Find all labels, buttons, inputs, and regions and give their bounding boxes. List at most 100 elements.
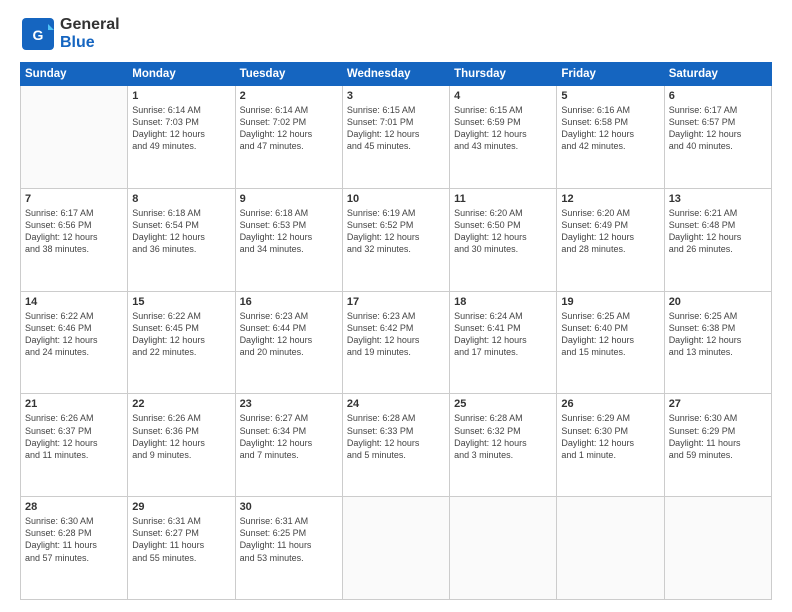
day-info: Sunrise: 6:24 AM Sunset: 6:41 PM Dayligh… [454, 310, 552, 359]
day-number: 12 [561, 193, 659, 205]
day-number: 3 [347, 90, 445, 102]
day-number: 4 [454, 90, 552, 102]
day-info: Sunrise: 6:31 AM Sunset: 6:25 PM Dayligh… [240, 515, 338, 564]
day-info: Sunrise: 6:26 AM Sunset: 6:37 PM Dayligh… [25, 412, 123, 461]
calendar-cell: 3 Sunrise: 6:15 AM Sunset: 7:01 PM Daylig… [342, 86, 449, 189]
day-info: Sunrise: 6:28 AM Sunset: 6:33 PM Dayligh… [347, 412, 445, 461]
day-info: Sunrise: 6:30 AM Sunset: 6:28 PM Dayligh… [25, 515, 123, 564]
day-info: Sunrise: 6:14 AM Sunset: 7:02 PM Dayligh… [240, 104, 338, 153]
day-info: Sunrise: 6:17 AM Sunset: 6:56 PM Dayligh… [25, 207, 123, 256]
calendar-cell: 26 Sunrise: 6:29 AM Sunset: 6:30 PM Dayli… [557, 394, 664, 497]
day-number: 6 [669, 90, 767, 102]
calendar-cell: 11 Sunrise: 6:20 AM Sunset: 6:50 PM Dayli… [450, 188, 557, 291]
day-number: 29 [132, 501, 230, 513]
calendar-cell: 22 Sunrise: 6:26 AM Sunset: 6:36 PM Dayli… [128, 394, 235, 497]
calendar-cell: 18 Sunrise: 6:24 AM Sunset: 6:41 PM Dayli… [450, 291, 557, 394]
day-info: Sunrise: 6:16 AM Sunset: 6:58 PM Dayligh… [561, 104, 659, 153]
day-number: 23 [240, 398, 338, 410]
calendar-cell: 25 Sunrise: 6:28 AM Sunset: 6:32 PM Dayli… [450, 394, 557, 497]
day-number: 13 [669, 193, 767, 205]
calendar-week-row: 1 Sunrise: 6:14 AM Sunset: 7:03 PM Daylig… [21, 86, 772, 189]
day-number: 10 [347, 193, 445, 205]
weekday-header: Sunday [21, 63, 128, 86]
day-number: 11 [454, 193, 552, 205]
day-number: 17 [347, 296, 445, 308]
calendar-cell: 30 Sunrise: 6:31 AM Sunset: 6:25 PM Dayli… [235, 497, 342, 600]
day-number: 5 [561, 90, 659, 102]
calendar-cell [21, 86, 128, 189]
day-info: Sunrise: 6:30 AM Sunset: 6:29 PM Dayligh… [669, 412, 767, 461]
calendar-cell: 28 Sunrise: 6:30 AM Sunset: 6:28 PM Dayli… [21, 497, 128, 600]
day-info: Sunrise: 6:23 AM Sunset: 6:42 PM Dayligh… [347, 310, 445, 359]
svg-text:G: G [33, 27, 44, 43]
weekday-header: Thursday [450, 63, 557, 86]
header: G General Blue [20, 16, 772, 52]
logo-icon: G [20, 16, 56, 52]
calendar-cell: 19 Sunrise: 6:25 AM Sunset: 6:40 PM Dayli… [557, 291, 664, 394]
calendar-cell: 21 Sunrise: 6:26 AM Sunset: 6:37 PM Dayli… [21, 394, 128, 497]
day-number: 22 [132, 398, 230, 410]
day-number: 9 [240, 193, 338, 205]
day-info: Sunrise: 6:15 AM Sunset: 6:59 PM Dayligh… [454, 104, 552, 153]
day-info: Sunrise: 6:18 AM Sunset: 6:54 PM Dayligh… [132, 207, 230, 256]
day-info: Sunrise: 6:29 AM Sunset: 6:30 PM Dayligh… [561, 412, 659, 461]
weekday-header: Saturday [664, 63, 771, 86]
calendar-week-row: 28 Sunrise: 6:30 AM Sunset: 6:28 PM Dayli… [21, 497, 772, 600]
day-number: 19 [561, 296, 659, 308]
calendar-cell: 16Sunrise: 6:23 AM Sunset: 6:44 PM Dayli… [235, 291, 342, 394]
calendar-cell: 10Sunrise: 6:19 AM Sunset: 6:52 PM Dayli… [342, 188, 449, 291]
calendar-cell [342, 497, 449, 600]
day-number: 1 [132, 90, 230, 102]
calendar-cell: 15 Sunrise: 6:22 AM Sunset: 6:45 PM Dayli… [128, 291, 235, 394]
calendar-cell: 5 Sunrise: 6:16 AM Sunset: 6:58 PM Daylig… [557, 86, 664, 189]
day-info: Sunrise: 6:14 AM Sunset: 7:03 PM Dayligh… [132, 104, 230, 153]
weekday-header: Wednesday [342, 63, 449, 86]
day-info: Sunrise: 6:25 AM Sunset: 6:38 PM Dayligh… [669, 310, 767, 359]
day-number: 28 [25, 501, 123, 513]
calendar-cell: 24 Sunrise: 6:28 AM Sunset: 6:33 PM Dayli… [342, 394, 449, 497]
day-number: 24 [347, 398, 445, 410]
calendar-cell: 23 Sunrise: 6:27 AM Sunset: 6:34 PM Dayli… [235, 394, 342, 497]
calendar-week-row: 21 Sunrise: 6:26 AM Sunset: 6:37 PM Dayli… [21, 394, 772, 497]
calendar-cell: 13 Sunrise: 6:21 AM Sunset: 6:48 PM Dayli… [664, 188, 771, 291]
weekday-header: Monday [128, 63, 235, 86]
day-info: Sunrise: 6:20 AM Sunset: 6:49 PM Dayligh… [561, 207, 659, 256]
day-info: Sunrise: 6:18 AM Sunset: 6:53 PM Dayligh… [240, 207, 338, 256]
day-info: Sunrise: 6:20 AM Sunset: 6:50 PM Dayligh… [454, 207, 552, 256]
calendar-cell: 2Sunrise: 6:14 AM Sunset: 7:02 PM Daylig… [235, 86, 342, 189]
day-number: 21 [25, 398, 123, 410]
calendar-week-row: 14Sunrise: 6:22 AM Sunset: 6:46 PM Dayli… [21, 291, 772, 394]
calendar-cell [557, 497, 664, 600]
day-info: Sunrise: 6:28 AM Sunset: 6:32 PM Dayligh… [454, 412, 552, 461]
page: G General Blue SundayMondayTuesdayWednes… [0, 0, 792, 612]
day-number: 15 [132, 296, 230, 308]
calendar-cell: 7Sunrise: 6:17 AM Sunset: 6:56 PM Daylig… [21, 188, 128, 291]
day-info: Sunrise: 6:17 AM Sunset: 6:57 PM Dayligh… [669, 104, 767, 153]
day-info: Sunrise: 6:25 AM Sunset: 6:40 PM Dayligh… [561, 310, 659, 359]
day-info: Sunrise: 6:31 AM Sunset: 6:27 PM Dayligh… [132, 515, 230, 564]
logo-general-text: General [60, 16, 120, 33]
calendar-cell: 1 Sunrise: 6:14 AM Sunset: 7:03 PM Daylig… [128, 86, 235, 189]
day-info: Sunrise: 6:15 AM Sunset: 7:01 PM Dayligh… [347, 104, 445, 153]
calendar-cell [450, 497, 557, 600]
day-info: Sunrise: 6:23 AM Sunset: 6:44 PM Dayligh… [240, 310, 338, 359]
day-info: Sunrise: 6:21 AM Sunset: 6:48 PM Dayligh… [669, 207, 767, 256]
calendar-cell: 9 Sunrise: 6:18 AM Sunset: 6:53 PM Daylig… [235, 188, 342, 291]
day-number: 30 [240, 501, 338, 513]
calendar-cell: 29 Sunrise: 6:31 AM Sunset: 6:27 PM Dayli… [128, 497, 235, 600]
logo-blue-text: Blue [60, 34, 95, 51]
day-info: Sunrise: 6:26 AM Sunset: 6:36 PM Dayligh… [132, 412, 230, 461]
day-info: Sunrise: 6:22 AM Sunset: 6:45 PM Dayligh… [132, 310, 230, 359]
day-number: 14 [25, 296, 123, 308]
day-number: 18 [454, 296, 552, 308]
day-number: 8 [132, 193, 230, 205]
calendar-cell: 6 Sunrise: 6:17 AM Sunset: 6:57 PM Daylig… [664, 86, 771, 189]
calendar-cell [664, 497, 771, 600]
day-number: 27 [669, 398, 767, 410]
calendar-cell: 14Sunrise: 6:22 AM Sunset: 6:46 PM Dayli… [21, 291, 128, 394]
weekday-header: Friday [557, 63, 664, 86]
day-number: 25 [454, 398, 552, 410]
day-number: 26 [561, 398, 659, 410]
day-info: Sunrise: 6:27 AM Sunset: 6:34 PM Dayligh… [240, 412, 338, 461]
calendar-cell: 20Sunrise: 6:25 AM Sunset: 6:38 PM Dayli… [664, 291, 771, 394]
